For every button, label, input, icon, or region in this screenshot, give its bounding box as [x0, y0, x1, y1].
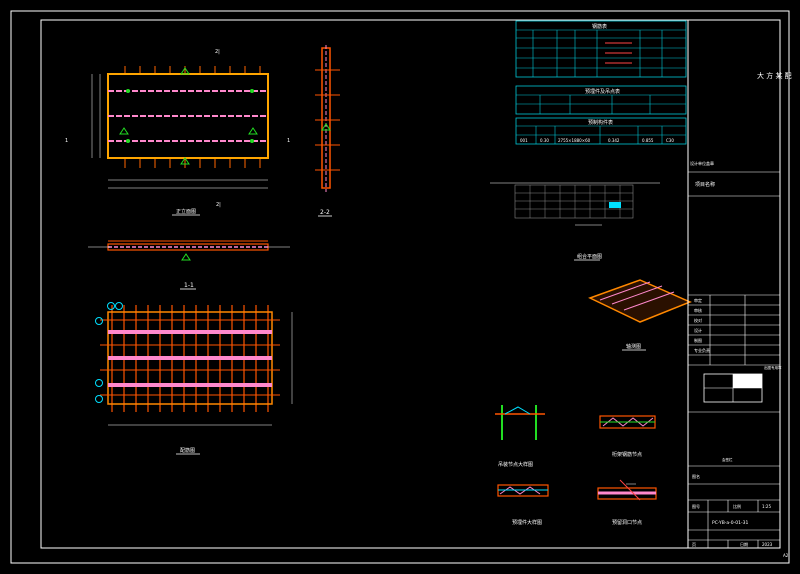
sign-row-0: 审定	[694, 297, 702, 303]
front-elevation-caption: 正立面图	[176, 208, 196, 215]
detail-truss-node: 桁架钢筋节点	[599, 415, 656, 458]
check-label: 会签栏	[722, 457, 733, 462]
plan-arrangement-view: 组合平面图	[490, 182, 660, 261]
detail1-caption: 吊装节点大样图	[498, 461, 533, 468]
sign-row-4: 制图	[694, 337, 702, 343]
panel-table: 预制构件表 001 0.30 2755×1880×60 0.342 0.855 …	[515, 117, 687, 145]
panel-row-grade: C30	[666, 138, 674, 143]
isometric-view: 轴测图	[588, 279, 692, 351]
panel-table-title: 预制构件表	[588, 119, 613, 126]
drawing-number: PC-YB-a-0-01-31	[712, 520, 748, 526]
embed-table: 预埋件及吊点表	[515, 85, 687, 115]
sign-row-3: 设计	[694, 327, 702, 333]
company-sub: 设计单位盖章	[690, 160, 714, 166]
section-2-2-caption: 2-2	[320, 209, 330, 216]
rebar-layout-view: 配筋图	[95, 302, 293, 455]
rebar-table: 钢筋表	[515, 20, 687, 78]
isometric-caption: 轴测图	[626, 343, 641, 350]
front-elevation-view: 2| 2| 1 1 正立面图	[65, 49, 290, 216]
corner-mark: A2	[783, 553, 789, 558]
front-bottom-label: 2|	[216, 202, 221, 208]
section-2-2-view: 2-2	[315, 45, 340, 217]
page-label: 页	[692, 542, 696, 547]
embed-table-title: 预埋件及吊点表	[585, 88, 620, 95]
detail-lifting-node: 吊装节点大样图	[495, 405, 545, 468]
detail-opening-node: 预留洞口节点	[597, 479, 657, 526]
scale-label: 比例	[733, 503, 741, 509]
date-label: 日期	[740, 541, 748, 547]
detail3-caption: 预埋件大样图	[512, 519, 542, 526]
date-value: 2023	[762, 542, 773, 547]
section-1-1-view: 1-1	[88, 240, 290, 290]
stamp-label: 出图专用章	[764, 365, 782, 370]
detail2-caption: 桁架钢筋节点	[612, 451, 642, 458]
drawing-no-label: 图号	[692, 503, 700, 509]
panel-row-weight: 0.342	[608, 138, 620, 143]
plan-caption: 组合平面图	[577, 253, 602, 260]
panel-row-area: 0.855	[642, 138, 654, 143]
sign-row-2: 校对	[694, 317, 702, 323]
scale-value: 1:25	[762, 504, 771, 509]
title-block: 大 方 某 配 设计单位盖章 项目名称 审定 审核 校对 设计 制图 专业负责 …	[687, 20, 792, 548]
detail4-caption: 预留洞口节点	[612, 519, 642, 526]
panel-row-size: 2755×1880×60	[558, 138, 591, 143]
panel-row-volume: 0.30	[540, 138, 549, 143]
sign-row-1: 审核	[694, 307, 702, 313]
cad-drawing-sheet: 2| 2| 1 1 正立面图 2-2 1-1 配筋图 组合平面图 轴测图 吊装节…	[10, 10, 792, 564]
detail-embedded-part: 预埋件大样图	[497, 484, 549, 526]
company-name: 大 方 某 配	[757, 71, 792, 80]
front-top-label: 2|	[215, 49, 220, 55]
rebar-layout-caption: 配筋图	[180, 447, 195, 454]
sign-row-5: 专业负责	[694, 347, 710, 353]
front-left-label: 1	[65, 138, 68, 144]
rebar-table-title: 钢筋表	[592, 23, 607, 30]
front-right-label: 1	[287, 138, 290, 144]
drawing-title-label: 图名	[692, 473, 700, 479]
section-1-1-caption: 1-1	[184, 282, 194, 289]
project-label: 项目名称	[695, 181, 715, 188]
panel-row-id: 001	[520, 138, 528, 143]
